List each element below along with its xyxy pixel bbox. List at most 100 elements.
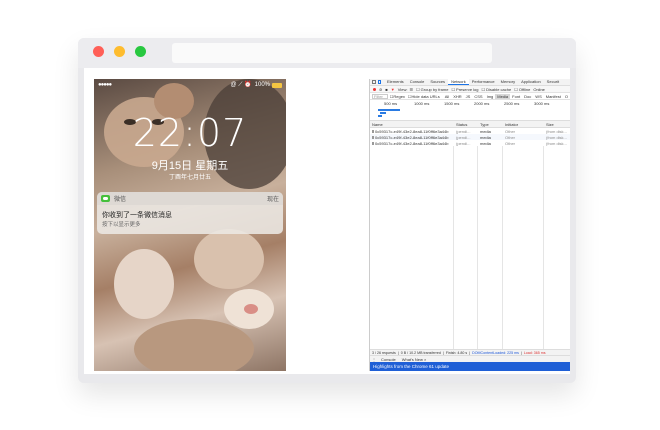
devtools-tab-elements[interactable]: Elements [384,79,407,85]
disable-cache-label: Disable cache [486,86,512,92]
throttle-select[interactable]: Online [533,87,545,92]
table-row[interactable]: 0c59317c-e49f-43e2-8ea8-11f0ff6e3a44b (pe… [370,140,570,146]
filter-type-font[interactable]: Font [510,94,522,99]
row-status: (pendi... [456,128,471,134]
signal-icon: ●●●●● [98,82,112,88]
close-window-button[interactable] [93,46,104,57]
col-name[interactable]: Name [370,122,454,127]
devtools-tab-securit[interactable]: Securit [544,79,562,85]
clear-icon[interactable]: ⊘ [379,87,382,92]
timeline-bar [378,115,382,117]
row-name: 0c59317c-e49f-43e2-8ea8-11f0ff6e3a44b [375,140,449,146]
cat-body-shape [134,319,254,371]
timeline-tick-label: 500 ms [384,101,398,106]
phone-lock-screen: ●●●●● @ ⟋ ⏰ 100% 22:07 9月15日 星期五 丁酉年七月廿五… [94,79,286,371]
offline-checkbox[interactable]: ☐ [514,87,518,92]
row-status: (pendi... [456,140,471,146]
request-table: Name Status Type Initiator Size 0c59317c… [370,121,570,349]
preserve-log-checkbox[interactable]: ☐ [451,87,455,92]
devtools-tab-application[interactable]: Application [518,79,544,85]
offline-label: Offline [518,86,531,92]
notification-app: 微信 [114,197,127,203]
inspect-icon[interactable] [372,80,376,84]
col-size[interactable]: Size [544,122,554,127]
device-toggle-icon[interactable] [378,80,381,84]
file-icon [372,129,374,133]
hide-data-urls-label: Hide data URLs [411,93,440,99]
filter-input[interactable]: Filter [372,93,388,99]
network-toolbar: ⊘ ■ ▼ View: ☰ ☐ Group by frame ☐ Preserv… [370,86,570,93]
filter-type-xhr[interactable]: XHR [451,94,463,99]
devtools-tab-performance[interactable]: Performance [469,79,498,85]
timeline-tick-label: 1500 ms [444,101,460,106]
notification-header: 微信 现在 [97,192,283,205]
battery-percent: 100% [254,82,270,88]
row-name: 0c59317c-e49f-43e2-8ea8-11f0ff6e3a44b [375,128,449,134]
drawer-tab-whats-new[interactable]: What's New × [399,357,430,362]
preserve-log-label: Preserve log [456,86,479,92]
timeline-bar [378,109,400,111]
cat-paw-shape [194,229,264,289]
timeline-bar [380,112,386,114]
dom-content-loaded: DOMContentLoaded: 225 ms [472,350,519,355]
minimize-window-button[interactable] [114,46,125,57]
row-name: 0c59317c-e49f-43e2-8ea8-11f0ff6e3a44b [375,134,449,140]
lock-time: 22:07 [132,111,248,155]
filter-type-js[interactable]: JS [464,94,473,99]
filter-type-doc[interactable]: Doc [522,94,533,99]
filter-type-manifest[interactable]: Manifest [544,94,563,99]
notification-message: 你收到了一条微信消息 [102,212,172,219]
filter-type-media[interactable]: Media [495,93,511,99]
cat-paw-pad-shape [244,304,258,314]
battery-icon [272,82,282,88]
file-icon [372,141,374,145]
wechat-notification[interactable]: 微信 现在 你收到了一条微信消息 按下以显示更多 [97,192,283,234]
filter-bar: Filter ☐ Regex ☐ Hide data URLs All XHR JS… [370,93,570,100]
view-label: View: [397,86,408,92]
devtools-tab-network[interactable]: Network [448,79,469,85]
devtools-tab-memory[interactable]: Memory [498,79,518,85]
row-initiator: Other [505,140,516,146]
status-bar: ●●●●● @ ⟋ ⏰ 100% [94,79,286,91]
load-time: Load: 365 ms [523,350,546,355]
drawer-menu-icon[interactable]: ⋮ [370,357,378,362]
timeline-overview[interactable]: 500 ms 1000 ms 1500 ms 2000 ms 2500 ms 3000 m… [370,100,570,121]
whats-new-banner: Highlights from the Chrome 61 update [370,362,570,371]
devtools-tab-sources[interactable]: Sources [427,79,448,85]
maximize-window-button[interactable] [135,46,146,57]
list-view-icon[interactable]: ☰ [409,87,413,92]
disable-cache-checkbox[interactable]: ☐ [482,87,486,92]
filter-type-ws[interactable]: WS [533,94,543,99]
file-icon [372,135,374,139]
camera-icon[interactable]: ■ [385,87,387,92]
table-header: Name Status Type Initiator Size [370,121,570,128]
filter-type-img[interactable]: Img [485,94,496,99]
notification-hint: 按下以显示更多 [102,222,141,228]
devtools-tabbar: Elements Console Sources Network Performance… [370,79,570,86]
address-bar[interactable] [172,43,492,63]
filter-type-o[interactable]: O [563,94,570,99]
row-initiator: Other [505,134,516,140]
status-icons: @ ⟋ ⏰ [230,82,252,88]
filter-icon[interactable]: ▼ [391,87,395,92]
group-by-frame-label: Group by frame [420,86,449,92]
cat-paw-shape [114,249,174,319]
group-by-frame-checkbox[interactable]: ☐ [416,87,420,92]
devtools-panel: Elements Console Sources Network Performance… [369,79,570,371]
record-icon[interactable] [373,87,376,91]
notification-time: 现在 [266,197,279,203]
row-size: (from disk... [546,128,567,134]
transferred: 0 B / 10.2 MB transferred [400,350,441,355]
col-initiator[interactable]: Initiator [503,122,544,127]
devtools-tab-console[interactable]: Console [407,79,428,85]
row-size: (from disk... [546,140,567,146]
filter-type-css[interactable]: CSS [472,94,484,99]
drawer-tab-console[interactable]: Console [378,357,399,362]
regex-label: Regex [393,93,405,99]
col-type[interactable]: Type [478,122,503,127]
row-size: (from disk... [546,134,567,140]
filter-type-all[interactable]: All [443,94,451,99]
timeline-tick-label: 1000 ms [414,101,430,106]
row-type: media [480,128,491,134]
col-status[interactable]: Status [454,122,478,127]
